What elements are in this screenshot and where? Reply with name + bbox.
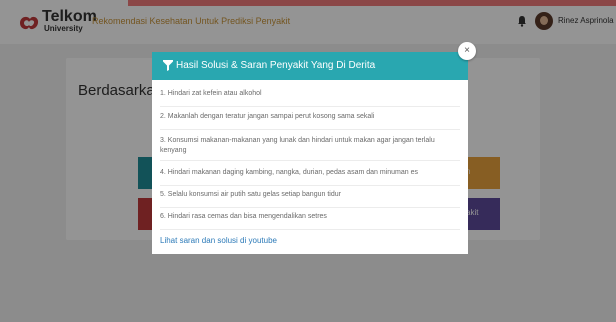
youtube-link[interactable]: Lihat saran dan solusi di youtube <box>160 236 277 245</box>
suggestion-item-4: 4. Hindari makanan daging kambing, nangk… <box>160 169 418 176</box>
filter-icon <box>163 60 173 71</box>
divider <box>160 185 460 186</box>
divider <box>160 106 460 107</box>
divider <box>160 229 460 230</box>
suggestion-item-3: 3. Konsumsi makanan-makanan yang lunak d… <box>160 137 435 154</box>
close-button[interactable]: × <box>458 42 476 60</box>
suggestion-item-2: 2. Makanlah dengan teratur jangan sampai… <box>160 113 375 120</box>
modal-header: Hasil Solusi & Saran Penyakit Yang Di De… <box>152 52 468 80</box>
result-modal: Hasil Solusi & Saran Penyakit Yang Di De… <box>152 52 468 254</box>
suggestion-item-6: 6. Hindari rasa cemas dan bisa mengendal… <box>160 213 327 220</box>
suggestion-item-5: 5. Selalu konsumsi air putih satu gelas … <box>160 191 341 198</box>
divider <box>160 207 460 208</box>
modal-title: Hasil Solusi & Saran Penyakit Yang Di De… <box>176 60 376 71</box>
suggestion-item-1: 1. Hindari zat kefein atau alkohol <box>160 90 262 97</box>
divider <box>160 129 460 130</box>
divider <box>160 160 460 161</box>
